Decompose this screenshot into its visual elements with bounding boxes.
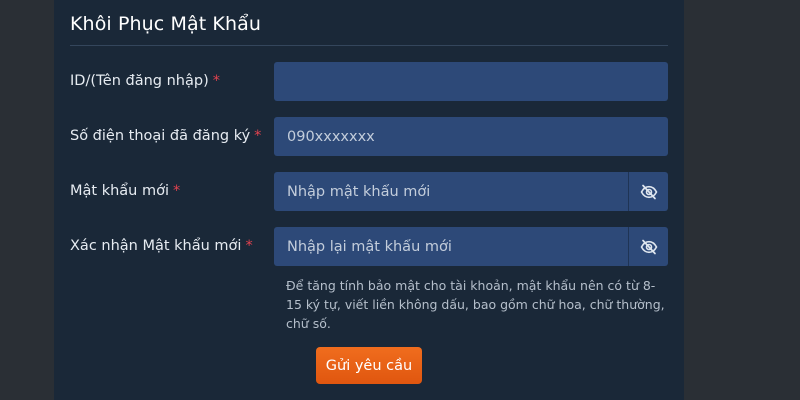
phone-label-text: Số điện thoại đã đăng ký [70,128,251,144]
username-field[interactable] [274,62,668,101]
eye-slash-icon [640,239,657,254]
phone-input[interactable] [274,117,668,156]
password-hint: Để tăng tính bảo mật cho tài khoản, mật … [286,278,665,331]
phone-field[interactable] [274,117,668,156]
toggle-password-visibility-button[interactable] [628,172,668,211]
confirm-password-label: Xác nhận Mật khẩu mới * [70,238,253,254]
required-mark: * [212,73,220,89]
title-divider [70,45,668,46]
new-password-input[interactable] [274,172,668,211]
new-password-label: Mật khẩu mới * [70,183,180,199]
confirm-password-field[interactable] [274,227,668,266]
new-password-label-text: Mật khẩu mới [70,183,169,199]
phone-label: Số điện thoại đã đăng ký * [70,128,261,144]
username-input[interactable] [274,62,668,101]
password-recovery-panel: Khôi Phục Mật Khẩu ID/(Tên đăng nhập) * S… [54,0,684,400]
required-mark: * [245,238,253,254]
confirm-password-label-text: Xác nhận Mật khẩu mới [70,238,242,254]
submit-button[interactable]: Gửi yêu cầu [316,347,422,384]
new-password-field[interactable] [274,172,668,211]
username-label-text: ID/(Tên đăng nhập) [70,73,209,89]
confirm-password-input[interactable] [274,227,668,266]
eye-slash-icon [640,184,657,199]
required-mark: * [254,128,262,144]
username-label: ID/(Tên đăng nhập) * [70,73,220,89]
required-mark: * [173,183,181,199]
toggle-confirm-password-visibility-button[interactable] [628,227,668,266]
page-title: Khôi Phục Mật Khẩu [70,13,261,35]
